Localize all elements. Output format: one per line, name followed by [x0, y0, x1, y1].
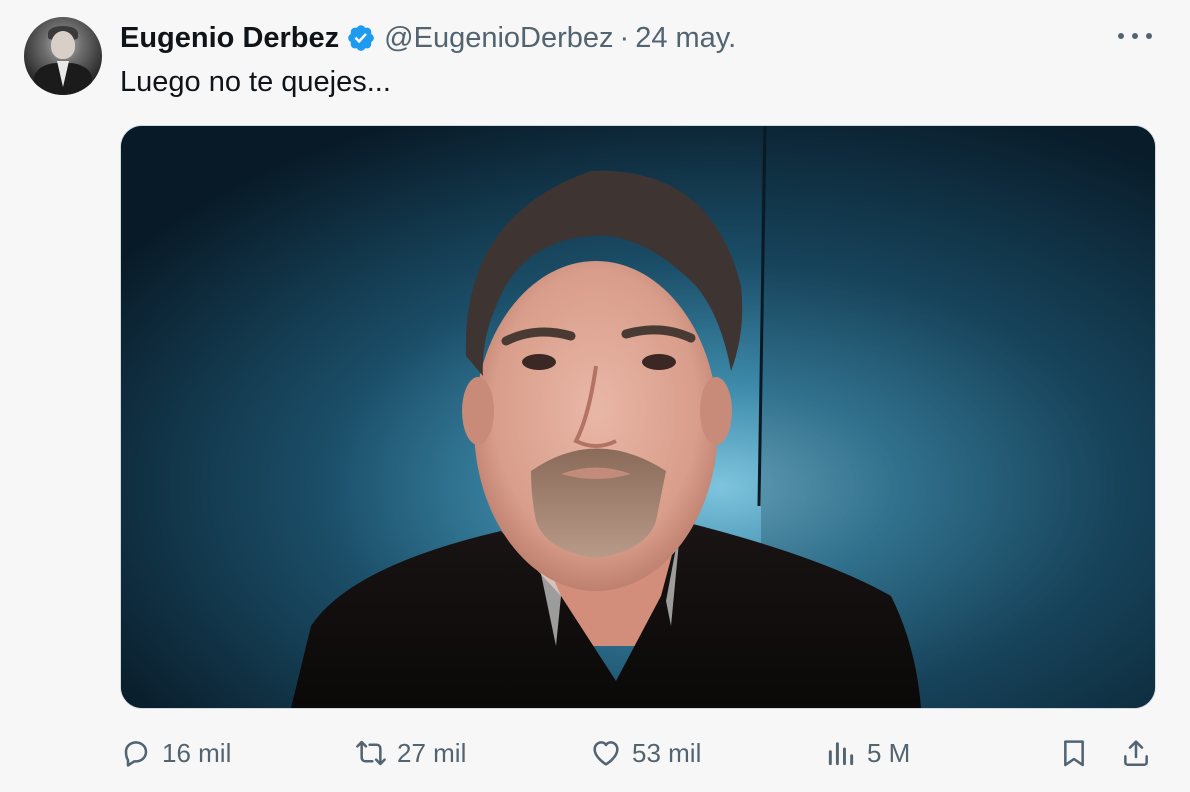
share-button[interactable]	[1120, 728, 1152, 778]
bookmark-button[interactable]	[1058, 728, 1090, 778]
like-count: 53 mil	[632, 737, 702, 768]
tweet-video[interactable]	[120, 125, 1156, 709]
tweet-text: Luego no te quejes...	[120, 66, 391, 98]
retweet-icon	[356, 740, 386, 766]
views-icon	[828, 742, 854, 766]
reply-count: 16 mil	[162, 737, 232, 768]
tweet-date[interactable]: 24 may.	[635, 22, 736, 55]
tweet-header: Eugenio Derbez @EugenioDerbez · 24 may.	[120, 18, 736, 58]
action-bar: 16 mil 27 mil 53 mil 5 M	[0, 728, 1190, 778]
bookmark-icon	[1064, 740, 1084, 767]
views-count: 5 M	[867, 737, 911, 768]
more-dot	[1146, 33, 1152, 39]
share-icon	[1124, 740, 1148, 766]
video-frame	[121, 126, 1155, 708]
retweet-count: 27 mil	[397, 737, 467, 768]
reply-button[interactable]: 16 mil	[120, 728, 231, 778]
display-name[interactable]: Eugenio Derbez	[120, 22, 339, 55]
more-dot	[1132, 33, 1138, 39]
author-handle[interactable]: @EugenioDerbez	[384, 22, 613, 55]
avatar[interactable]	[24, 17, 102, 95]
avatar-face	[51, 31, 75, 59]
tweet: Eugenio Derbez @EugenioDerbez · 24 may. …	[0, 0, 1190, 792]
person-eye-right	[642, 354, 676, 370]
like-button[interactable]: 53 mil	[590, 728, 701, 778]
person-eye-left	[522, 354, 556, 370]
person-ear-right	[700, 377, 732, 445]
retweet-button[interactable]: 27 mil	[355, 728, 466, 778]
more-horizontal-icon[interactable]	[1118, 26, 1152, 46]
views-button[interactable]: 5 M	[825, 728, 910, 778]
verified-badge-icon	[346, 23, 376, 53]
header-separator: ·	[619, 21, 630, 54]
person-ear-left	[462, 377, 494, 445]
more-dot	[1118, 33, 1124, 39]
heart-icon	[593, 741, 619, 766]
reply-icon	[124, 741, 148, 767]
